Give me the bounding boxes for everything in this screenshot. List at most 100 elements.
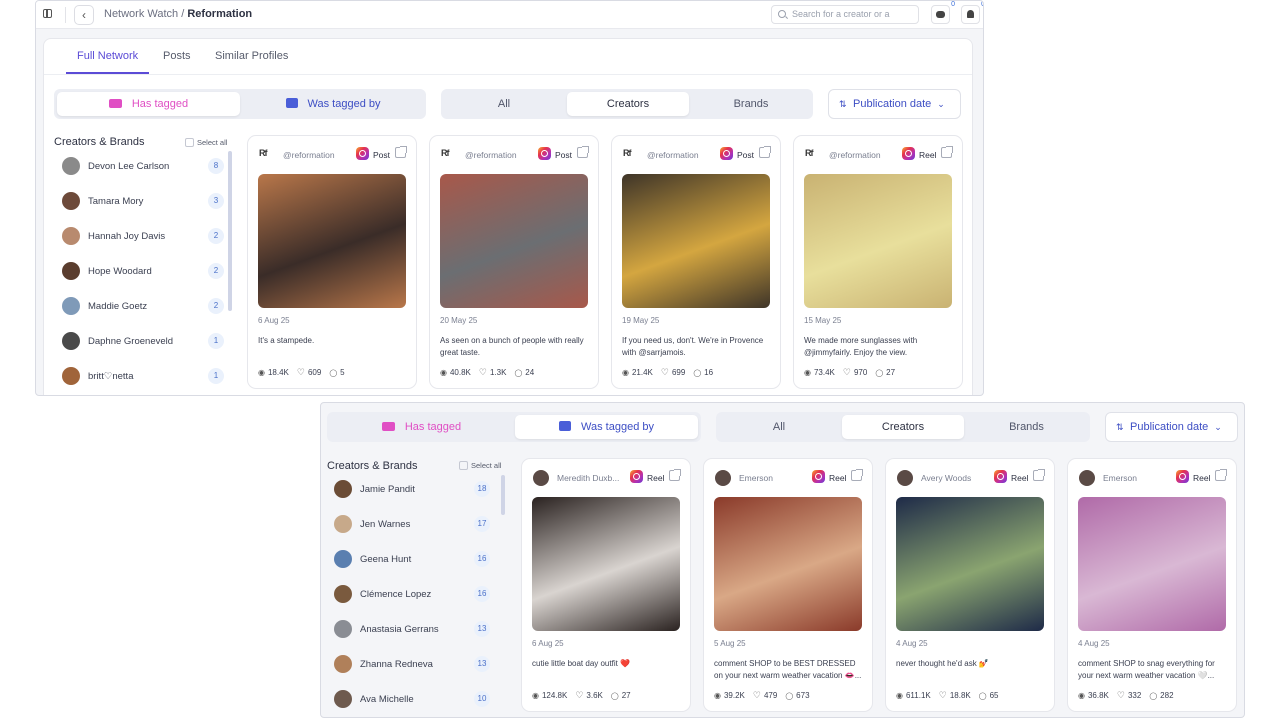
post-type: Reel (829, 473, 847, 483)
account-type-toggle: All Creators Brands (716, 412, 1090, 442)
checkbox-icon (459, 461, 468, 470)
post-count-badge: 17 (474, 516, 490, 532)
sort-icon: ⇅ (1116, 422, 1124, 432)
was-tagged-by-button[interactable]: Was tagged by (242, 92, 424, 116)
post-date: 19 May 25 (622, 316, 660, 325)
post-thumbnail[interactable] (804, 174, 952, 308)
external-link-icon[interactable] (1033, 469, 1045, 481)
post-author[interactable]: @reformation (283, 150, 335, 160)
list-item[interactable]: Jamie Pandit 18 (334, 476, 494, 502)
post-author[interactable]: @reformation (465, 150, 517, 160)
notifications-button[interactable]: 0 (961, 1, 983, 24)
external-link-icon[interactable] (395, 146, 407, 158)
has-tagged-button[interactable]: Has tagged (57, 92, 240, 116)
avatar (62, 157, 80, 175)
external-link-icon[interactable] (941, 146, 953, 158)
list-item[interactable]: Hannah Joy Davis 2 (62, 223, 228, 249)
sort-label: Publication date (853, 98, 932, 110)
post-type: Reel (1011, 473, 1029, 483)
was-tagged-by-button[interactable]: Was tagged by (515, 415, 698, 439)
post-author[interactable]: Avery Woods (921, 473, 971, 483)
filter-creators-button[interactable]: Creators (842, 415, 964, 439)
post-thumbnail[interactable] (440, 174, 588, 308)
search-input[interactable]: Search for a creator or a (771, 5, 919, 24)
list-heading: Creators & Brands (327, 460, 418, 472)
list-item[interactable]: Hope Woodard 2 (62, 258, 228, 284)
post-thumbnail[interactable] (1078, 497, 1226, 631)
avatar (334, 480, 352, 498)
post-card[interactable]: Emerson Reel 5 Aug 25 comment SHOP to be BE… (703, 458, 873, 712)
post-card[interactable]: Rf @reformation Post 6 Aug 25 It's a stamped… (247, 135, 417, 389)
post-card[interactable]: Emerson Reel 4 Aug 25 comment SHOP to snag … (1067, 458, 1237, 712)
tab-full-network[interactable]: Full Network (77, 50, 138, 62)
list-item[interactable]: Daphne Groeneveld 1 (62, 328, 228, 354)
filter-brands-button[interactable]: Brands (691, 92, 811, 116)
list-scrollbar[interactable] (501, 475, 505, 515)
post-thumbnail[interactable] (258, 174, 406, 308)
list-item[interactable]: Jen Warnes 17 (334, 511, 494, 537)
post-date: 4 Aug 25 (896, 639, 928, 648)
checkbox-icon (185, 138, 194, 147)
post-thumbnail[interactable] (532, 497, 680, 631)
select-all-label: Select all (197, 138, 228, 147)
avatar (715, 470, 731, 486)
breadcrumb-root[interactable]: Network Watch (104, 8, 178, 20)
post-type: Post (555, 150, 573, 160)
avatar (533, 470, 549, 486)
post-author[interactable]: @reformation (647, 150, 699, 160)
select-all-checkbox[interactable]: Select all (459, 461, 501, 470)
post-card[interactable]: Meredith Duxb... Reel 6 Aug 25 cutie little… (521, 458, 691, 712)
external-link-icon[interactable] (851, 469, 863, 481)
has-tagged-button[interactable]: Has tagged (330, 415, 513, 439)
list-item[interactable]: Clémence Lopez 16 (334, 581, 494, 607)
list-item[interactable]: Maddie Goetz 2 (62, 293, 228, 319)
list-scrollbar[interactable] (228, 151, 232, 311)
creator-name: britt♡netta (88, 371, 134, 382)
post-date: 20 May 25 (440, 316, 478, 325)
post-card[interactable]: Rf @reformation Reel 15 May 25 We made more … (793, 135, 963, 389)
list-item[interactable]: Tamara Mory 3 (62, 188, 228, 214)
filter-all-button[interactable]: All (444, 92, 564, 116)
back-button[interactable]: ‹ (74, 5, 94, 25)
external-link-icon[interactable] (759, 146, 771, 158)
external-link-icon[interactable] (669, 469, 681, 481)
post-author[interactable]: Meredith Duxb... (557, 473, 619, 483)
post-thumbnail[interactable] (896, 497, 1044, 631)
post-author[interactable]: @reformation (829, 150, 881, 160)
contact-card-icon (285, 98, 298, 108)
list-item[interactable]: Geena Hunt 16 (334, 546, 494, 572)
post-count-badge: 2 (208, 263, 224, 279)
post-author[interactable]: Emerson (1103, 473, 1137, 483)
post-caption: comment SHOP to be BEST DRESSED on your … (714, 659, 862, 680)
tab-similar-profiles[interactable]: Similar Profiles (215, 50, 288, 62)
list-item[interactable]: britt♡netta 1 (62, 363, 228, 389)
list-item[interactable]: Anastasia Gerrans 13 (334, 616, 494, 642)
creator-name: Hannah Joy Davis (88, 231, 166, 242)
filter-creators-button[interactable]: Creators (567, 92, 689, 116)
account-type-toggle: All Creators Brands (441, 89, 813, 119)
filter-all-button[interactable]: All (719, 415, 839, 439)
post-card[interactable]: Rf @reformation Post 20 May 25 As seen on a … (429, 135, 599, 389)
sort-dropdown[interactable]: ⇅ Publication date ⌄ (828, 89, 961, 119)
filter-brands-button[interactable]: Brands (966, 415, 1087, 439)
post-author[interactable]: Emerson (739, 473, 773, 483)
post-count-badge: 2 (208, 298, 224, 314)
list-item[interactable]: Zhanna Redneva 13 (334, 651, 494, 677)
sidebar-toggle-icon[interactable] (43, 9, 52, 18)
post-type: Post (737, 150, 755, 160)
instagram-icon (994, 470, 1007, 483)
tab-posts[interactable]: Posts (163, 50, 191, 62)
post-thumbnail[interactable] (714, 497, 862, 631)
list-item[interactable]: Ava Michelle 10 (334, 686, 494, 712)
post-thumbnail[interactable] (622, 174, 770, 308)
list-item[interactable]: Devon Lee Carlson 8 (62, 153, 228, 179)
sort-dropdown[interactable]: ⇅ Publication date ⌄ (1105, 412, 1238, 442)
post-card[interactable]: Rf @reformation Post 19 May 25 If you need u… (611, 135, 781, 389)
external-link-icon[interactable] (577, 146, 589, 158)
post-card[interactable]: Avery Woods Reel 4 Aug 25 never thought he'… (885, 458, 1055, 712)
select-all-checkbox[interactable]: Select all (185, 138, 227, 147)
external-link-icon[interactable] (1215, 469, 1227, 481)
post-count-badge: 3 (208, 193, 224, 209)
chat-button[interactable]: 0 (931, 1, 955, 24)
post-date: 4 Aug 25 (1078, 639, 1110, 648)
